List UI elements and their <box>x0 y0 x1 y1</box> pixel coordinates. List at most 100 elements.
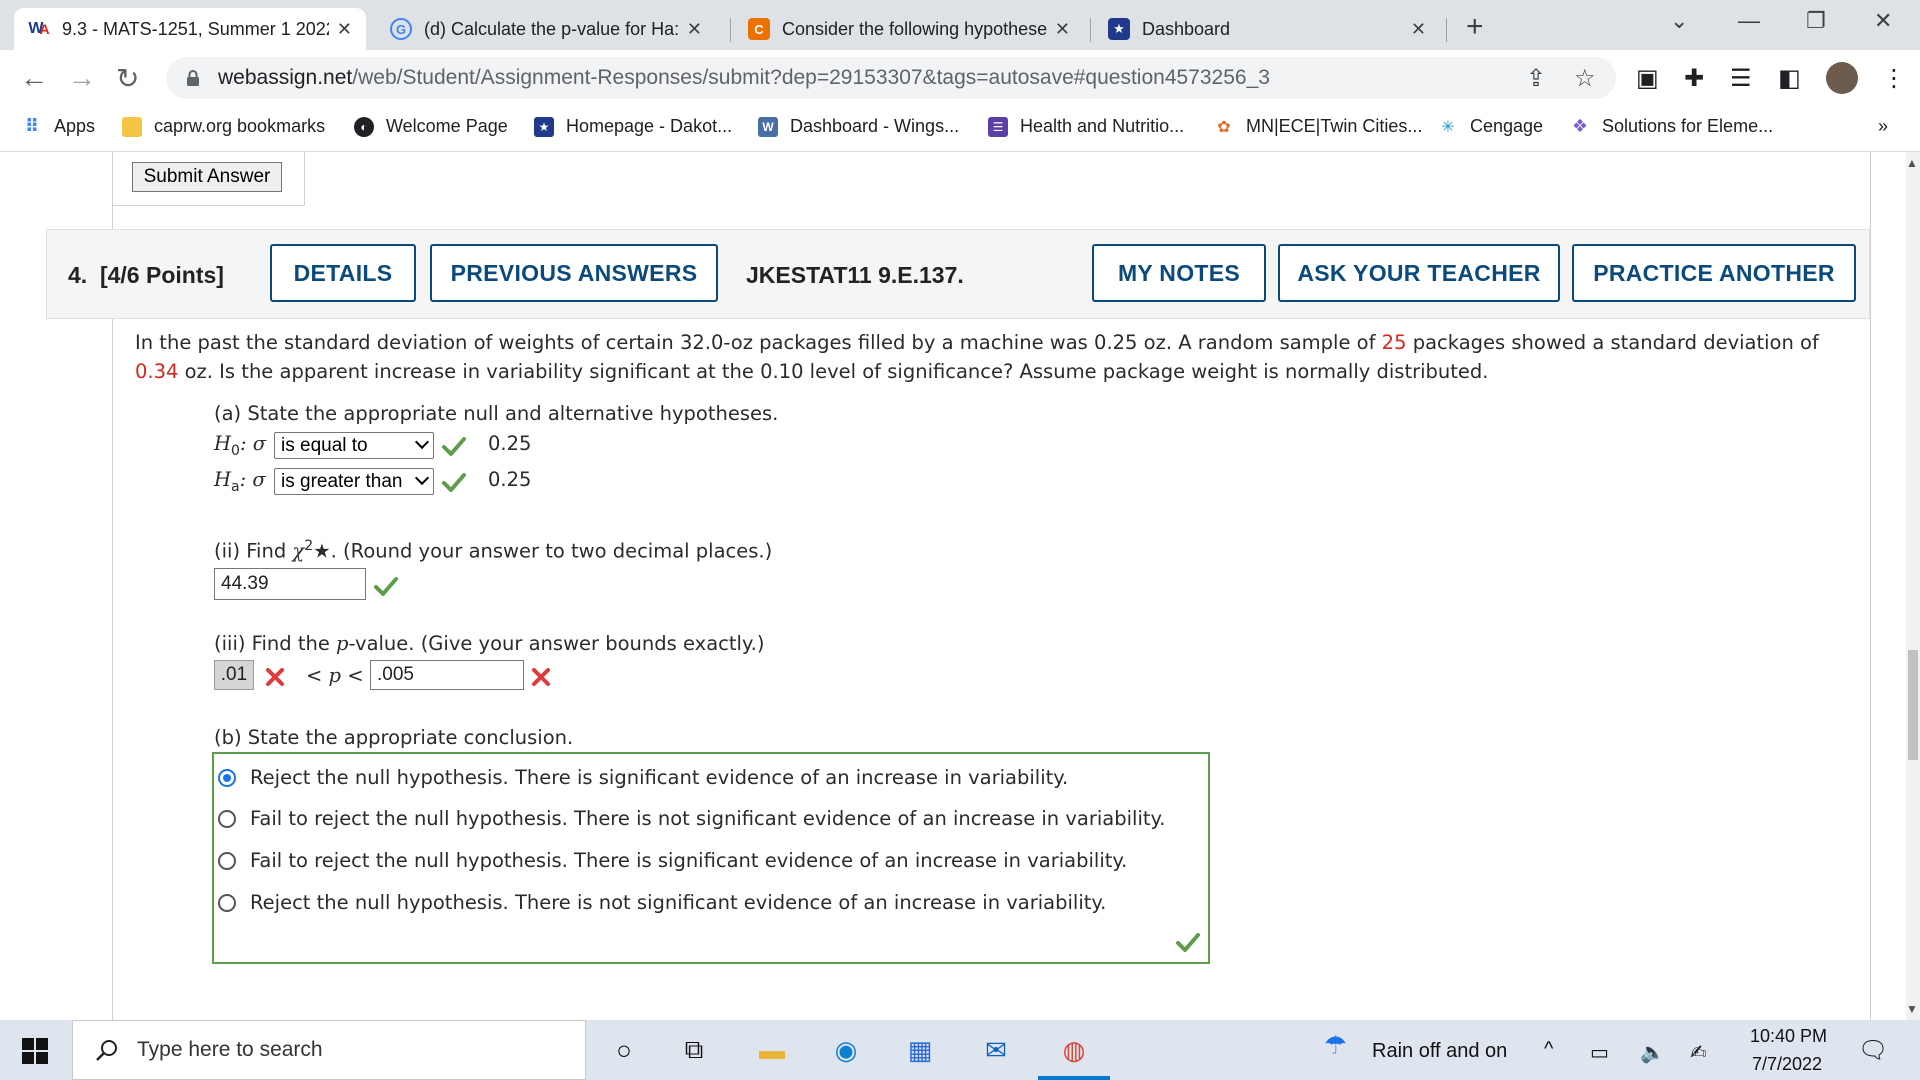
bookmark-homepage-dakota[interactable]: ★ Homepage - Dakot... <box>534 116 732 137</box>
inequality-text: < <box>341 664 364 687</box>
ha-relation-select[interactable]: is greater than <box>274 468 434 495</box>
mail-icon[interactable]: ✉ <box>978 1032 1014 1068</box>
task-view-icon[interactable]: ⧉ <box>676 1032 712 1068</box>
question-text-part: packages showed a standard deviation of <box>1406 331 1819 354</box>
chi-symbol: χ <box>292 539 305 563</box>
volume-icon[interactable]: 🔈 <box>1640 1040 1665 1065</box>
side-panel-icon[interactable]: ◧ <box>1778 64 1801 93</box>
bookmark-label: Welcome Page <box>386 116 508 136</box>
bookmark-caprw[interactable]: caprw.org bookmarks <box>122 116 325 137</box>
tab-search-chevron-icon[interactable]: ⌄ <box>1670 8 1688 34</box>
radio-button[interactable] <box>218 809 236 828</box>
ask-your-teacher-button[interactable]: ASK YOUR TEACHER <box>1278 244 1560 302</box>
conclusion-option[interactable]: Reject the null hypothesis. There is sig… <box>218 766 1068 789</box>
bookmark-star-icon[interactable]: ☆ <box>1574 64 1596 93</box>
scroll-down-arrow-icon[interactable]: ▼ <box>1906 1002 1918 1016</box>
sample-size-value: 25 <box>1381 331 1407 354</box>
part-a-prompt: (a) State the appropriate null and alter… <box>214 402 779 425</box>
close-icon[interactable]: ✕ <box>687 19 702 40</box>
cast-icon[interactable]: ▣ <box>1636 64 1659 93</box>
address-bar[interactable]: webassign.net/web/Student/Assignment-Res… <box>166 57 1616 99</box>
microsoft-store-icon[interactable]: ▦ <box>902 1032 938 1068</box>
bookmark-apps[interactable]: ⠿ Apps <box>22 116 95 137</box>
my-notes-button[interactable]: MY NOTES <box>1092 244 1266 302</box>
tab-google[interactable]: G (d) Calculate the p-value for Ha: σ ✕ <box>376 8 716 50</box>
clock-date[interactable]: 7/7/2022 <box>1752 1054 1822 1075</box>
notifications-icon[interactable]: 🗨 <box>1858 1036 1888 1065</box>
pen-icon[interactable]: ✍ <box>1690 1040 1707 1065</box>
h0-relation-select[interactable]: is equal to <box>274 432 434 459</box>
conclusion-option[interactable]: Fail to reject the null hypothesis. Ther… <box>218 807 1165 830</box>
previous-answers-button[interactable]: PREVIOUS ANSWERS <box>430 244 718 302</box>
h-symbol: H <box>214 468 232 491</box>
bookmark-label: Apps <box>54 116 96 136</box>
submit-answer-button[interactable]: Submit Answer <box>132 162 282 192</box>
chrome-icon[interactable]: ◍ <box>1056 1032 1092 1068</box>
close-icon[interactable]: ✕ <box>1411 19 1426 40</box>
reading-list-icon[interactable]: ☰ <box>1730 64 1752 93</box>
tab-webassign[interactable]: WA 9.3 - MATS-1251, Summer 1 2022 ✕ <box>14 8 366 50</box>
cortana-circle-icon[interactable]: ○ <box>606 1032 642 1068</box>
edge-browser-icon[interactable]: ◉ <box>828 1032 864 1068</box>
option-label: Reject the null hypothesis. There is sig… <box>250 766 1069 789</box>
list-icon: ☰ <box>988 116 1008 137</box>
tray-chevron-up-icon[interactable]: ^ <box>1544 1038 1553 1061</box>
practice-another-button[interactable]: PRACTICE ANOTHER <box>1572 244 1856 302</box>
bookmark-cengage[interactable]: ✳ Cengage <box>1438 116 1543 137</box>
battery-icon[interactable]: ▭ <box>1590 1040 1609 1065</box>
ha-label: Ha: σ <box>214 468 266 495</box>
chi-square-input[interactable]: 44.39 <box>214 568 366 600</box>
weather-rain-icon[interactable]: ☂ <box>1324 1030 1347 1061</box>
taskbar-search-box[interactable]: Type here to search <box>72 1020 586 1080</box>
menu-kebab-icon[interactable]: ⋮ <box>1882 64 1906 93</box>
scrollbar-thumb[interactable] <box>1908 650 1918 760</box>
h-subscript: 0 <box>231 442 240 459</box>
radio-button[interactable] <box>218 851 236 870</box>
sample-sd-value: 0.34 <box>135 360 179 383</box>
file-explorer-icon[interactable]: ▬ <box>754 1032 790 1068</box>
prompt-text: (ii) Find <box>214 539 293 563</box>
question-number: 4. <box>68 262 88 288</box>
browser-toolbar: ← → ↻ webassign.net/web/Student/Assignme… <box>0 50 1920 106</box>
profile-avatar[interactable] <box>1826 62 1858 94</box>
new-tab-plus-icon[interactable]: + <box>1466 10 1484 44</box>
back-arrow-icon[interactable]: ← <box>20 62 48 94</box>
forward-arrow-icon[interactable]: → <box>68 62 96 94</box>
scroll-up-arrow-icon[interactable]: ▲ <box>1906 156 1918 170</box>
prompt-text: -value. (Give your answer bounds exactly… <box>348 632 765 655</box>
p-lower-bound-input[interactable]: .01 <box>214 660 254 690</box>
bookmark-mn-ece[interactable]: ✿ MN|ECE|Twin Cities... <box>1214 116 1422 137</box>
correct-check-icon <box>442 437 466 456</box>
radio-button[interactable] <box>218 893 236 912</box>
p-upper-bound-input[interactable]: .005 <box>370 660 524 690</box>
bookmark-solutions[interactable]: ❖ Solutions for Eleme... <box>1570 116 1773 137</box>
window-close-icon[interactable]: ✕ <box>1874 8 1892 34</box>
conclusion-option[interactable]: Reject the null hypothesis. There is not… <box>218 891 1106 914</box>
tab-dashboard[interactable]: ★ Dashboard ✕ <box>1094 8 1440 50</box>
url-path: /web/Student/Assignment-Responses/submit… <box>352 66 1270 89</box>
restore-icon[interactable]: ❐ <box>1806 8 1826 34</box>
bookmark-dashboard-wings[interactable]: W Dashboard - Wings... <box>758 116 959 137</box>
p-symbol: p <box>328 664 342 687</box>
minimize-icon[interactable]: — <box>1738 8 1760 34</box>
extensions-puzzle-icon[interactable]: ✚ <box>1684 64 1704 93</box>
share-icon[interactable]: ⇪ <box>1526 64 1546 93</box>
bookmark-health-nutrition[interactable]: ☰ Health and Nutritio... <box>988 116 1184 137</box>
close-icon[interactable]: ✕ <box>1055 19 1070 40</box>
bookmark-label: Health and Nutritio... <box>1020 116 1185 136</box>
radio-button-selected[interactable] <box>218 768 236 787</box>
clock-time[interactable]: 10:40 PM <box>1750 1026 1827 1047</box>
bookmark-label: Solutions for Eleme... <box>1602 116 1774 136</box>
details-button[interactable]: DETAILS <box>270 244 416 302</box>
page-scrollbar[interactable] <box>1906 152 1920 1020</box>
windows-start-icon[interactable] <box>22 1038 48 1064</box>
weather-text[interactable]: Rain off and on <box>1372 1040 1507 1063</box>
tab-title: 9.3 - MATS-1251, Summer 1 2022 <box>62 18 329 39</box>
tab-chegg[interactable]: C Consider the following hypotheses ✕ <box>734 8 1084 50</box>
close-icon[interactable]: ✕ <box>337 19 352 40</box>
conclusion-option[interactable]: Fail to reject the null hypothesis. Ther… <box>218 849 1127 872</box>
bookmarks-overflow-chevron-icon[interactable]: » <box>1878 116 1888 137</box>
bookmark-welcome-page[interactable]: ◐ Welcome Page <box>354 116 508 137</box>
reload-icon[interactable]: ↻ <box>116 62 139 95</box>
tab-strip: WA 9.3 - MATS-1251, Summer 1 2022 ✕ G (d… <box>0 0 1920 50</box>
